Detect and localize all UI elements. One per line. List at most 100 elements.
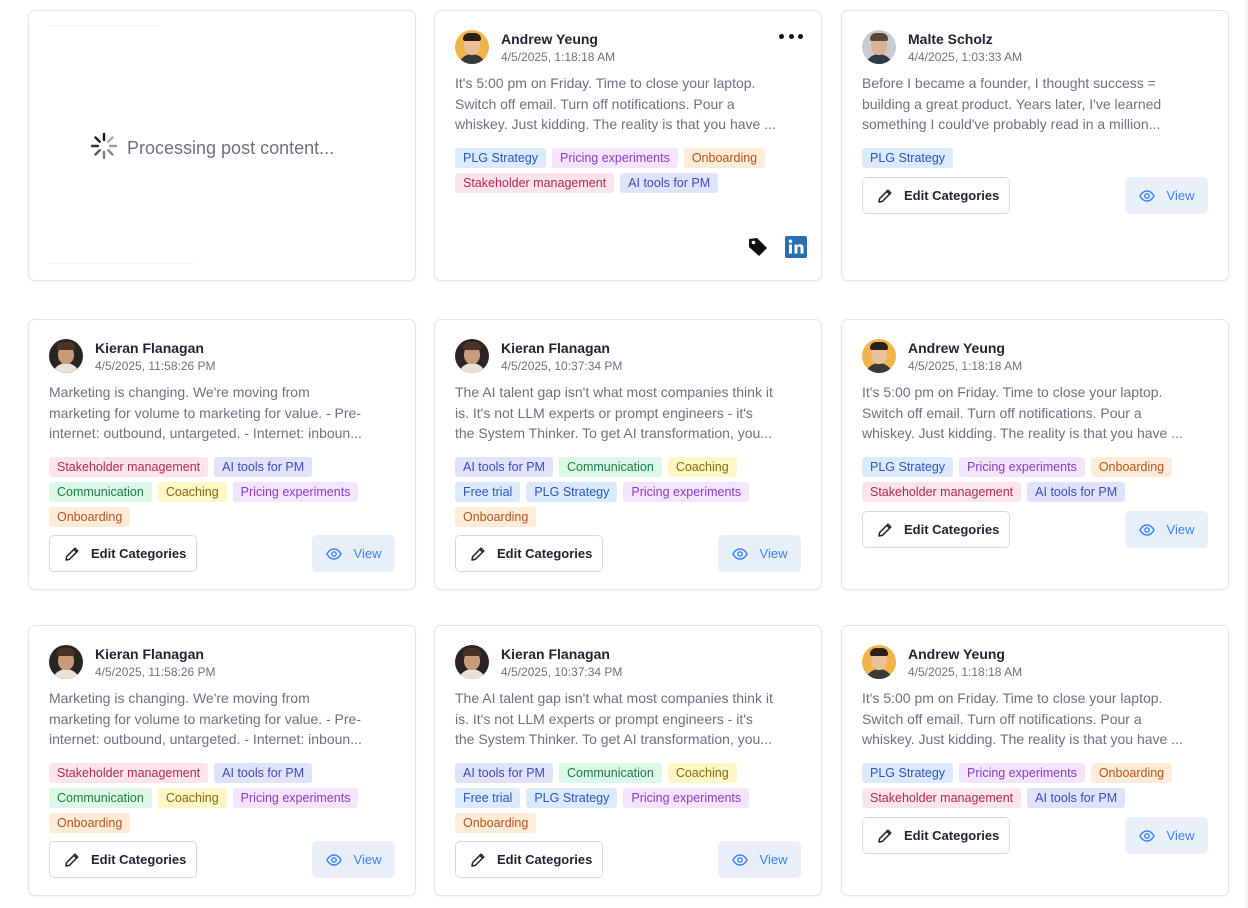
view-button[interactable]: View — [1125, 177, 1208, 214]
post-card: Andrew Yeung 4/5/2025, 1:18:18 AM It's 5… — [434, 10, 822, 281]
tag: PLG Strategy — [526, 788, 618, 808]
tag: Communication — [49, 482, 152, 502]
eye-icon — [325, 853, 342, 866]
tag: Onboarding — [49, 507, 131, 527]
processing-indicator: Processing post content... — [89, 131, 334, 166]
post-date: 4/5/2025, 10:37:34 PM — [501, 358, 623, 373]
post-header: Kieran Flanagan 4/5/2025, 11:58:26 PM — [49, 644, 216, 680]
tag: Coaching — [157, 482, 227, 502]
excerpt-line: Switch off email. Turn off notifications… — [862, 404, 1142, 421]
excerpt-line: marketing for volume to marketing for va… — [49, 404, 362, 421]
avatar — [862, 339, 896, 373]
excerpt-line: It's 5:00 pm on Friday. Time to close yo… — [455, 75, 756, 91]
view-label: View — [1166, 522, 1195, 537]
author-name: Kieran Flanagan — [501, 339, 610, 356]
post-excerpt: Marketing is changing. We're moving from… — [49, 688, 397, 750]
tag: PLG Strategy — [526, 482, 618, 502]
tag: PLG Strategy — [455, 148, 547, 168]
pencil-icon — [65, 546, 79, 561]
avatar — [455, 645, 489, 679]
tag-icon[interactable] — [747, 236, 769, 263]
tag-list: Stakeholder management AI tools for PM C… — [49, 457, 399, 527]
author-name: Kieran Flanagan — [501, 645, 610, 662]
edit-categories-button[interactable]: Edit Categories — [862, 817, 1010, 854]
tag: Onboarding — [49, 813, 131, 833]
placeholder-line — [49, 25, 159, 26]
view-button[interactable]: View — [1125, 817, 1208, 854]
post-date: 4/5/2025, 11:58:26 PM — [95, 358, 216, 373]
edit-categories-button[interactable]: Edit Categories — [455, 841, 603, 878]
excerpt-line: whiskey. Just kidding. The reality is th… — [862, 731, 1183, 748]
edit-categories-button[interactable]: Edit Categories — [455, 535, 603, 572]
pencil-icon — [65, 852, 79, 867]
view-button[interactable]: View — [718, 535, 801, 572]
post-header: Andrew Yeung 4/5/2025, 1:18:18 AM — [862, 338, 1022, 374]
excerpt-line: internet: outbound, untargeted. - Intern… — [49, 425, 362, 442]
tag: AI tools for PM — [455, 457, 553, 477]
post-date: 4/5/2025, 1:18:18 AM — [908, 358, 1023, 373]
tag: Free trial — [455, 788, 521, 808]
post-excerpt: It's 5:00 pm on Friday. Time to close yo… — [862, 382, 1210, 444]
post-date: 4/5/2025, 1:18:18 AM — [908, 664, 1023, 679]
processing-card: Processing post content... — [28, 10, 416, 281]
tag: PLG Strategy — [862, 763, 954, 783]
tag-list: AI tools for PM Communication Coaching F… — [455, 457, 805, 527]
post-header: Kieran Flanagan 4/5/2025, 10:37:34 PM — [455, 644, 622, 680]
pencil-icon — [878, 188, 892, 203]
excerpt-line: is. It's not LLM experts or prompt engin… — [455, 710, 753, 727]
view-label: View — [1166, 828, 1195, 843]
tag: Coaching — [157, 788, 227, 808]
linkedin-icon[interactable] — [785, 236, 807, 263]
edit-categories-button[interactable]: Edit Categories — [862, 511, 1010, 548]
placeholder-line — [49, 263, 194, 264]
post-card: Andrew Yeung 4/5/2025, 1:18:18 AM It's 5… — [841, 625, 1229, 896]
pencil-icon — [878, 522, 892, 537]
post-date: 4/5/2025, 11:58:26 PM — [95, 664, 216, 679]
view-button[interactable]: View — [718, 841, 801, 878]
tag: AI tools for PM — [214, 763, 313, 783]
author-name: Andrew Yeung — [908, 645, 1005, 662]
tag: Pricing experiments — [232, 482, 359, 502]
excerpt-line: is. It's not LLM experts or prompt engin… — [455, 404, 753, 421]
post-card: Kieran Flanagan 4/5/2025, 10:37:34 PM Th… — [434, 625, 822, 896]
post-header: Kieran Flanagan 4/5/2025, 11:58:26 PM — [49, 338, 216, 374]
tag: Pricing experiments — [232, 788, 359, 808]
post-excerpt: The AI talent gap isn't what most compan… — [455, 688, 803, 750]
view-button[interactable]: View — [1125, 511, 1208, 548]
more-options-icon[interactable] — [779, 29, 803, 43]
tag: Stakeholder management — [49, 457, 209, 477]
view-button[interactable]: View — [312, 841, 395, 878]
excerpt-line: something I could've probably read in a … — [862, 116, 1161, 133]
post-excerpt: Marketing is changing. We're moving from… — [49, 382, 397, 444]
tag: Pricing experiments — [959, 763, 1085, 783]
post-header: Kieran Flanagan 4/5/2025, 10:37:34 PM — [455, 338, 622, 374]
tag: Coaching — [667, 763, 737, 783]
tag-list: PLG Strategy Pricing experiments Onboard… — [862, 763, 1212, 808]
excerpt-line: It's 5:00 pm on Friday. Time to close yo… — [862, 690, 1163, 706]
edit-categories-label: Edit Categories — [497, 546, 593, 561]
excerpt-line: The AI talent gap isn't what most compan… — [455, 690, 773, 706]
author-name: Kieran Flanagan — [95, 645, 204, 662]
tag-list: PLG Strategy Pricing experiments Onboard… — [862, 457, 1212, 502]
avatar — [455, 30, 489, 64]
edit-categories-button[interactable]: Edit Categories — [49, 535, 197, 572]
view-label: View — [759, 852, 788, 867]
tag: Communication — [558, 763, 662, 783]
post-excerpt: It's 5:00 pm on Friday. Time to close yo… — [862, 688, 1210, 750]
excerpt-line: marketing for volume to marketing for va… — [49, 710, 362, 727]
tag: Stakeholder management — [862, 482, 1022, 502]
post-card: Kieran Flanagan 4/5/2025, 10:37:34 PM Th… — [434, 319, 822, 590]
post-card: Andrew Yeung 4/5/2025, 1:18:18 AM It's 5… — [841, 319, 1229, 590]
post-card: Malte Scholz 4/4/2025, 1:03:33 AM Before… — [841, 10, 1229, 281]
edit-categories-button[interactable]: Edit Categories — [49, 841, 197, 878]
eye-icon — [731, 853, 748, 866]
excerpt-line: The AI talent gap isn't what most compan… — [455, 384, 773, 400]
post-icons — [747, 236, 807, 263]
excerpt-line: Switch off email. Turn off notifications… — [862, 710, 1142, 727]
view-button[interactable]: View — [312, 535, 395, 572]
tag: Onboarding — [1090, 763, 1173, 783]
post-excerpt: The AI talent gap isn't what most compan… — [455, 382, 803, 444]
pencil-icon — [878, 828, 892, 843]
edit-categories-button[interactable]: Edit Categories — [862, 177, 1010, 214]
post-header: Malte Scholz 4/4/2025, 1:03:33 AM — [862, 29, 1022, 65]
